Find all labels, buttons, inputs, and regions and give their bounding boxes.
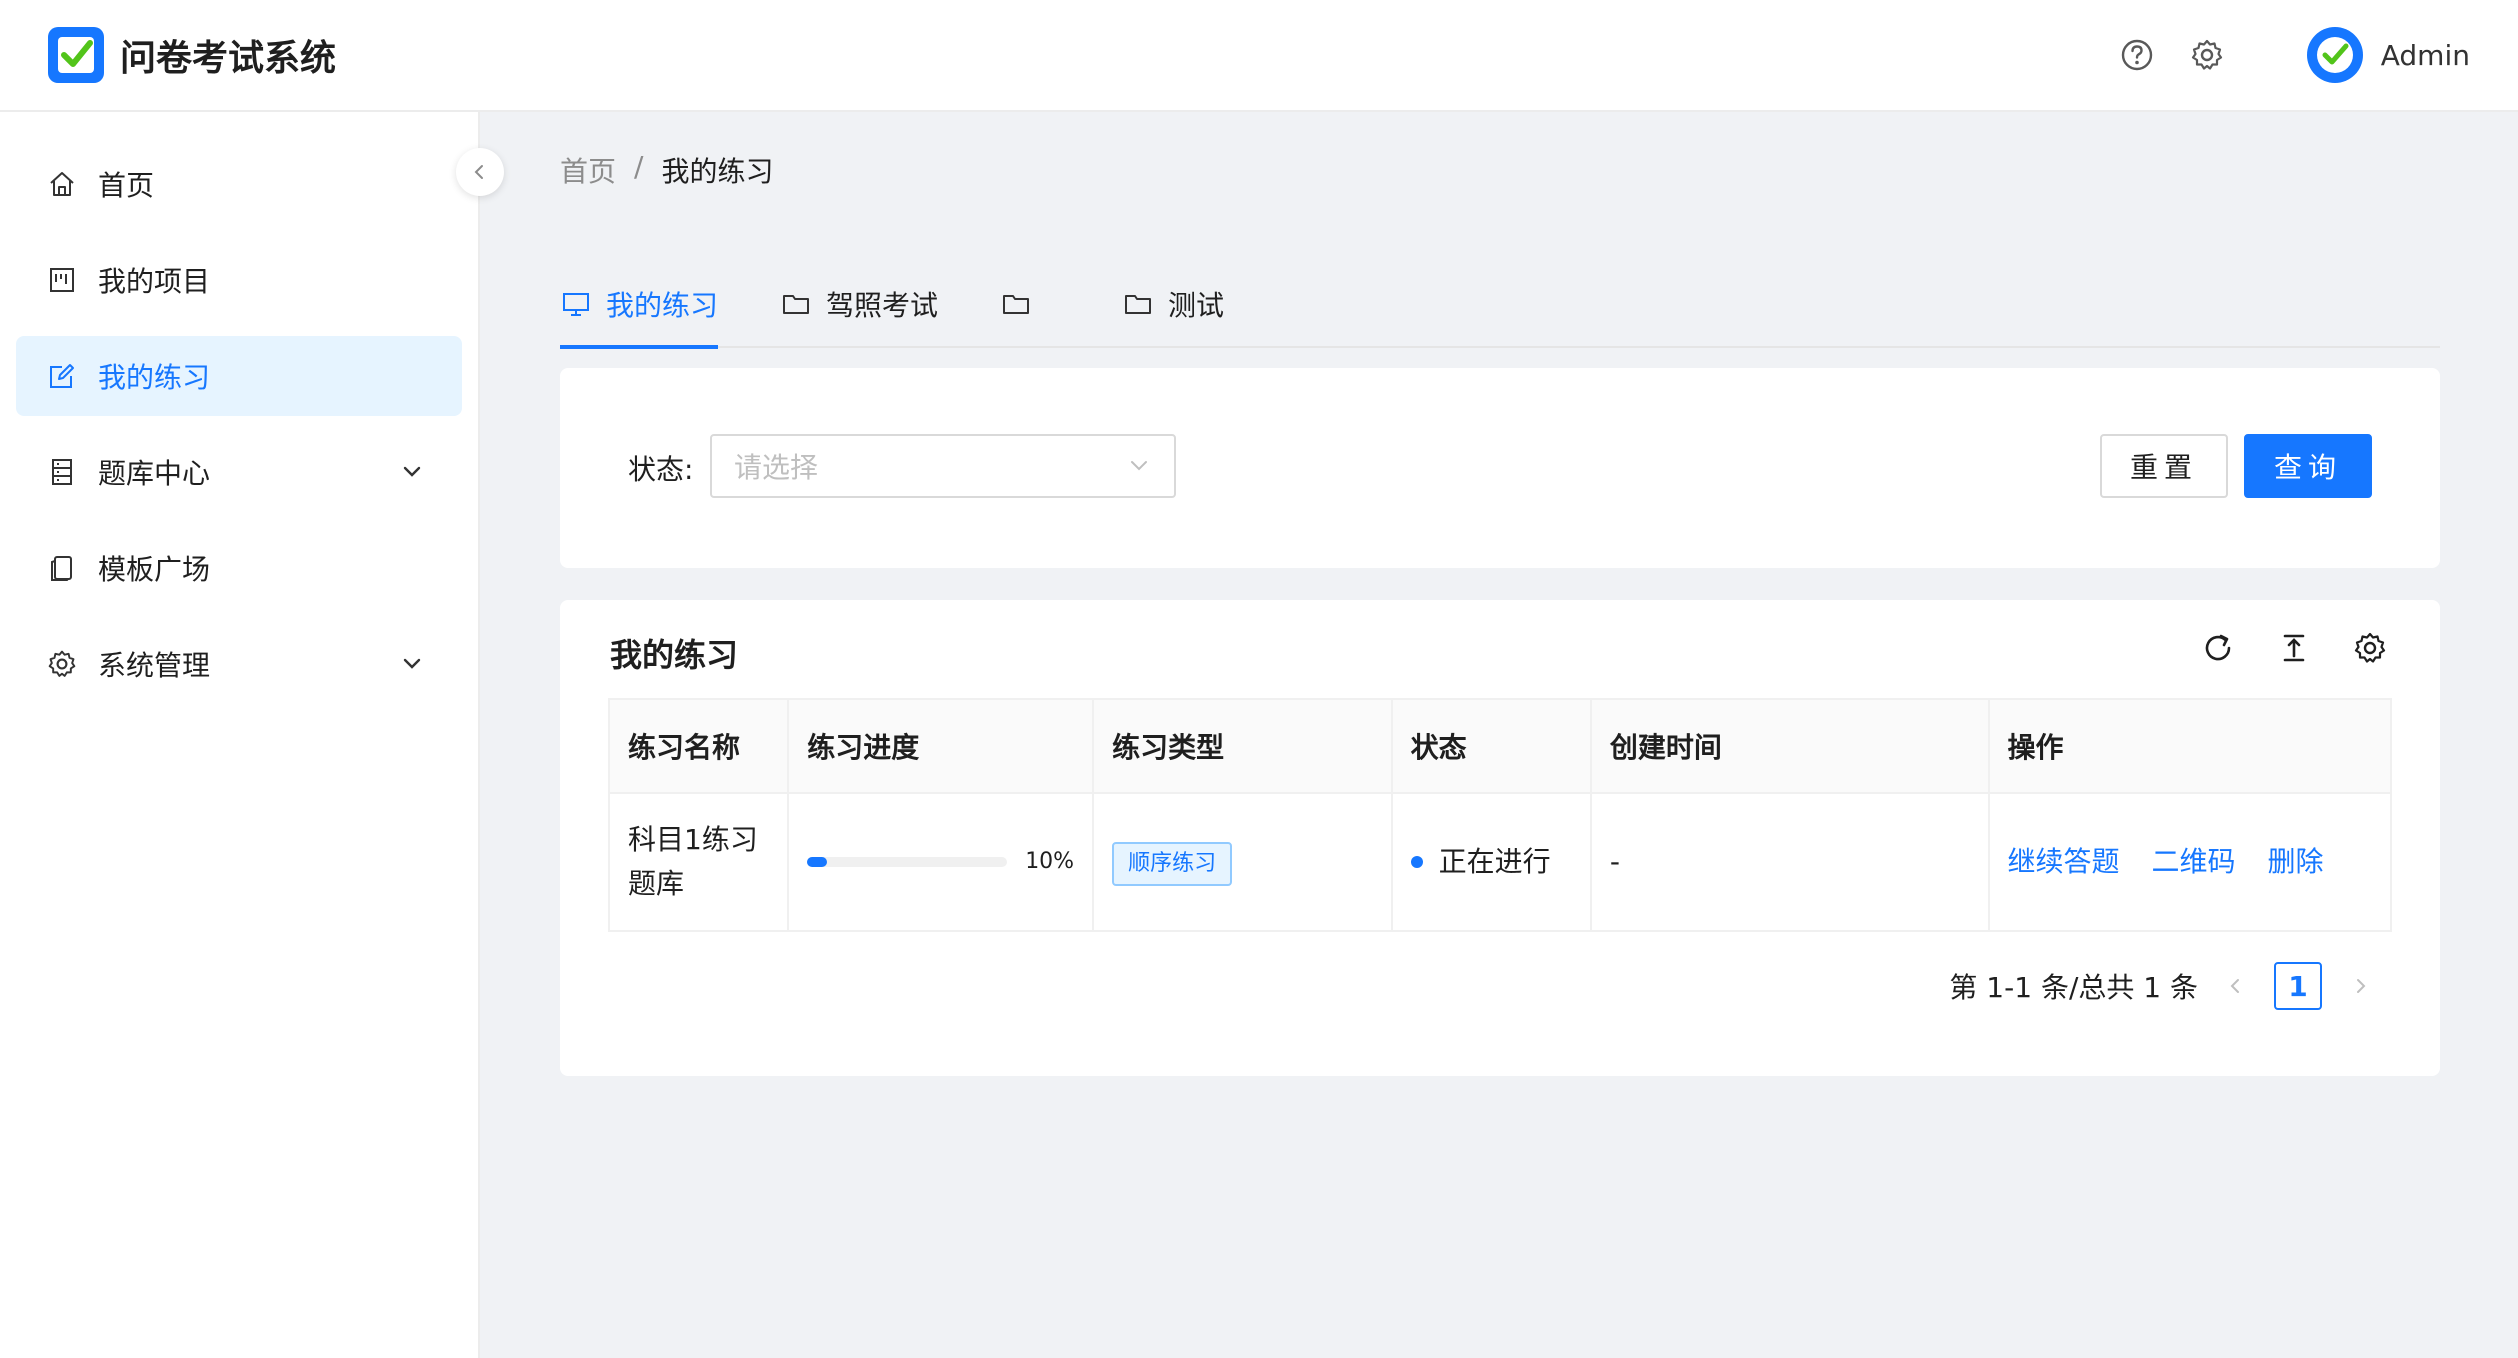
reset-button[interactable]: 重置 <box>2100 434 2228 498</box>
progress-fill <box>807 857 828 867</box>
progress-track <box>807 857 1008 867</box>
tab-unnamed[interactable] <box>1000 261 1046 347</box>
sidebar-item-question-bank[interactable]: 题库中心 <box>16 432 462 512</box>
tab-bar: 我的练习 驾照考试 测试 <box>560 261 2440 349</box>
header-actions: Admin <box>2117 27 2470 83</box>
folder-icon <box>780 288 812 320</box>
column-header: 练习名称 <box>607 698 790 794</box>
status-text: 正在进行 <box>1438 845 1551 878</box>
avatar <box>2306 27 2363 83</box>
chevron-down-icon[interactable] <box>398 458 426 486</box>
tab-my-practice[interactable]: 我的练习 <box>560 261 719 349</box>
main-content: 首页 / 我的练习 我的练习 驾照考试 测试 状态: 请选择 重置 查询 我的练… <box>482 112 2518 1358</box>
practice-type: 顺序练习 <box>1092 792 1393 932</box>
database-icon <box>46 456 78 488</box>
query-button[interactable]: 查询 <box>2244 434 2372 498</box>
sidebar-item-label: 首页 <box>98 169 155 202</box>
sidebar-item-label: 我的练习 <box>98 361 211 394</box>
table-card: 我的练习 练习名称 练习进度 练习类型 状态 创建时间 操作 科目1练习题库 1… <box>560 600 2440 1076</box>
breadcrumb: 首页 / 我的练习 <box>560 150 773 190</box>
settings-icon[interactable] <box>2187 35 2227 75</box>
status-dot <box>1410 856 1423 868</box>
status-filter-label: 状态: <box>628 453 694 486</box>
breadcrumb-separator: / <box>634 150 644 183</box>
sidebar-item-my-practice[interactable]: 我的练习 <box>16 336 462 416</box>
folder-icon <box>1122 288 1154 320</box>
table-header-row: 练习名称 练习进度 练习类型 状态 创建时间 操作 <box>607 698 2393 794</box>
sidebar-item-label: 题库中心 <box>98 457 211 490</box>
brand: 问卷考试系统 <box>48 27 336 83</box>
sidebar-item-label: 系统管理 <box>98 649 211 682</box>
action-links: 继续答题 二维码 删除 <box>2008 840 2372 884</box>
user-menu[interactable]: Admin <box>2306 27 2470 83</box>
app-title: 问卷考试系统 <box>120 38 337 79</box>
username: Admin <box>2380 38 2470 72</box>
practice-name: 科目1练习题库 <box>607 792 790 932</box>
sidebar-item-label: 模板广场 <box>98 553 211 586</box>
logo-check-icon <box>48 27 104 83</box>
created-time: - <box>1589 792 1990 932</box>
delete-link[interactable]: 删除 <box>2268 840 2324 884</box>
folder-icon <box>1000 288 1032 320</box>
template-icon <box>46 552 78 584</box>
column-header: 状态 <box>1390 698 1592 794</box>
status-select-placeholder: 请选择 <box>734 451 819 484</box>
continue-answer-link[interactable]: 继续答题 <box>2008 840 2120 884</box>
table-title: 我的练习 <box>610 636 739 674</box>
column-header: 操作 <box>1987 698 2393 794</box>
refresh-icon[interactable] <box>2198 628 2238 668</box>
practice-status: 正在进行 <box>1390 792 1592 932</box>
pagination: 第 1-1 条/总共 1 条 1 <box>1949 962 2380 1010</box>
sidebar-item-templates[interactable]: 模板广场 <box>16 528 462 608</box>
status-select[interactable]: 请选择 <box>710 434 1176 498</box>
next-page-icon[interactable] <box>2340 966 2380 1006</box>
sidebar-item-projects[interactable]: 我的项目 <box>16 240 462 320</box>
monitor-icon <box>560 288 592 320</box>
status-badge: 正在进行 <box>1410 840 1572 884</box>
breadcrumb-current: 我的练习 <box>661 155 774 188</box>
page-number[interactable]: 1 <box>2274 962 2322 1010</box>
top-header: 问卷考试系统 Admin <box>0 0 2518 112</box>
filter-card: 状态: 请选择 重置 查询 <box>560 368 2440 568</box>
tab-label: 我的练习 <box>606 289 719 322</box>
edit-icon <box>46 360 78 392</box>
table-toolbar <box>2198 628 2390 668</box>
progress-bar: 10% <box>807 840 1074 884</box>
gear-icon <box>46 648 78 680</box>
sidebar: 首页 我的项目 我的练习 题库中心 模板广场 系统管理 <box>0 112 480 1358</box>
qrcode-link[interactable]: 二维码 <box>2152 840 2236 884</box>
project-icon <box>46 264 78 296</box>
tab-label: 测试 <box>1168 289 1225 322</box>
practice-type-tag: 顺序练习 <box>1112 841 1233 886</box>
tab-test[interactable]: 测试 <box>1122 261 1224 347</box>
breadcrumb-home[interactable]: 首页 <box>560 150 616 190</box>
sidebar-item-home[interactable]: 首页 <box>16 144 462 224</box>
pagination-summary: 第 1-1 条/总共 1 条 <box>1949 971 2198 1004</box>
column-header: 创建时间 <box>1589 698 1990 794</box>
column-settings-icon[interactable] <box>2350 628 2390 668</box>
chevron-down-icon <box>1131 461 1147 471</box>
home-icon <box>46 168 78 200</box>
table-row: 科目1练习题库 10% 顺序练习 正在进行 - 继续答题 二维码 删除 <box>607 792 2393 932</box>
density-icon[interactable] <box>2274 628 2314 668</box>
column-header: 练习类型 <box>1092 698 1393 794</box>
help-icon[interactable] <box>2117 35 2157 75</box>
practice-table: 练习名称 练习进度 练习类型 状态 创建时间 操作 科目1练习题库 10% 顺序… <box>607 698 2393 932</box>
tab-driving-exam[interactable]: 驾照考试 <box>780 261 938 347</box>
tab-label: 驾照考试 <box>826 289 939 322</box>
sidebar-item-system[interactable]: 系统管理 <box>16 624 462 704</box>
row-actions: 继续答题 二维码 删除 <box>1987 792 2393 932</box>
progress-percent: 10% <box>1025 849 1075 874</box>
column-header: 练习进度 <box>787 698 1095 794</box>
chevron-down-icon[interactable] <box>398 650 426 678</box>
practice-progress: 10% <box>787 792 1095 932</box>
sidebar-item-label: 我的项目 <box>98 265 211 298</box>
prev-page-icon[interactable] <box>2216 966 2256 1006</box>
